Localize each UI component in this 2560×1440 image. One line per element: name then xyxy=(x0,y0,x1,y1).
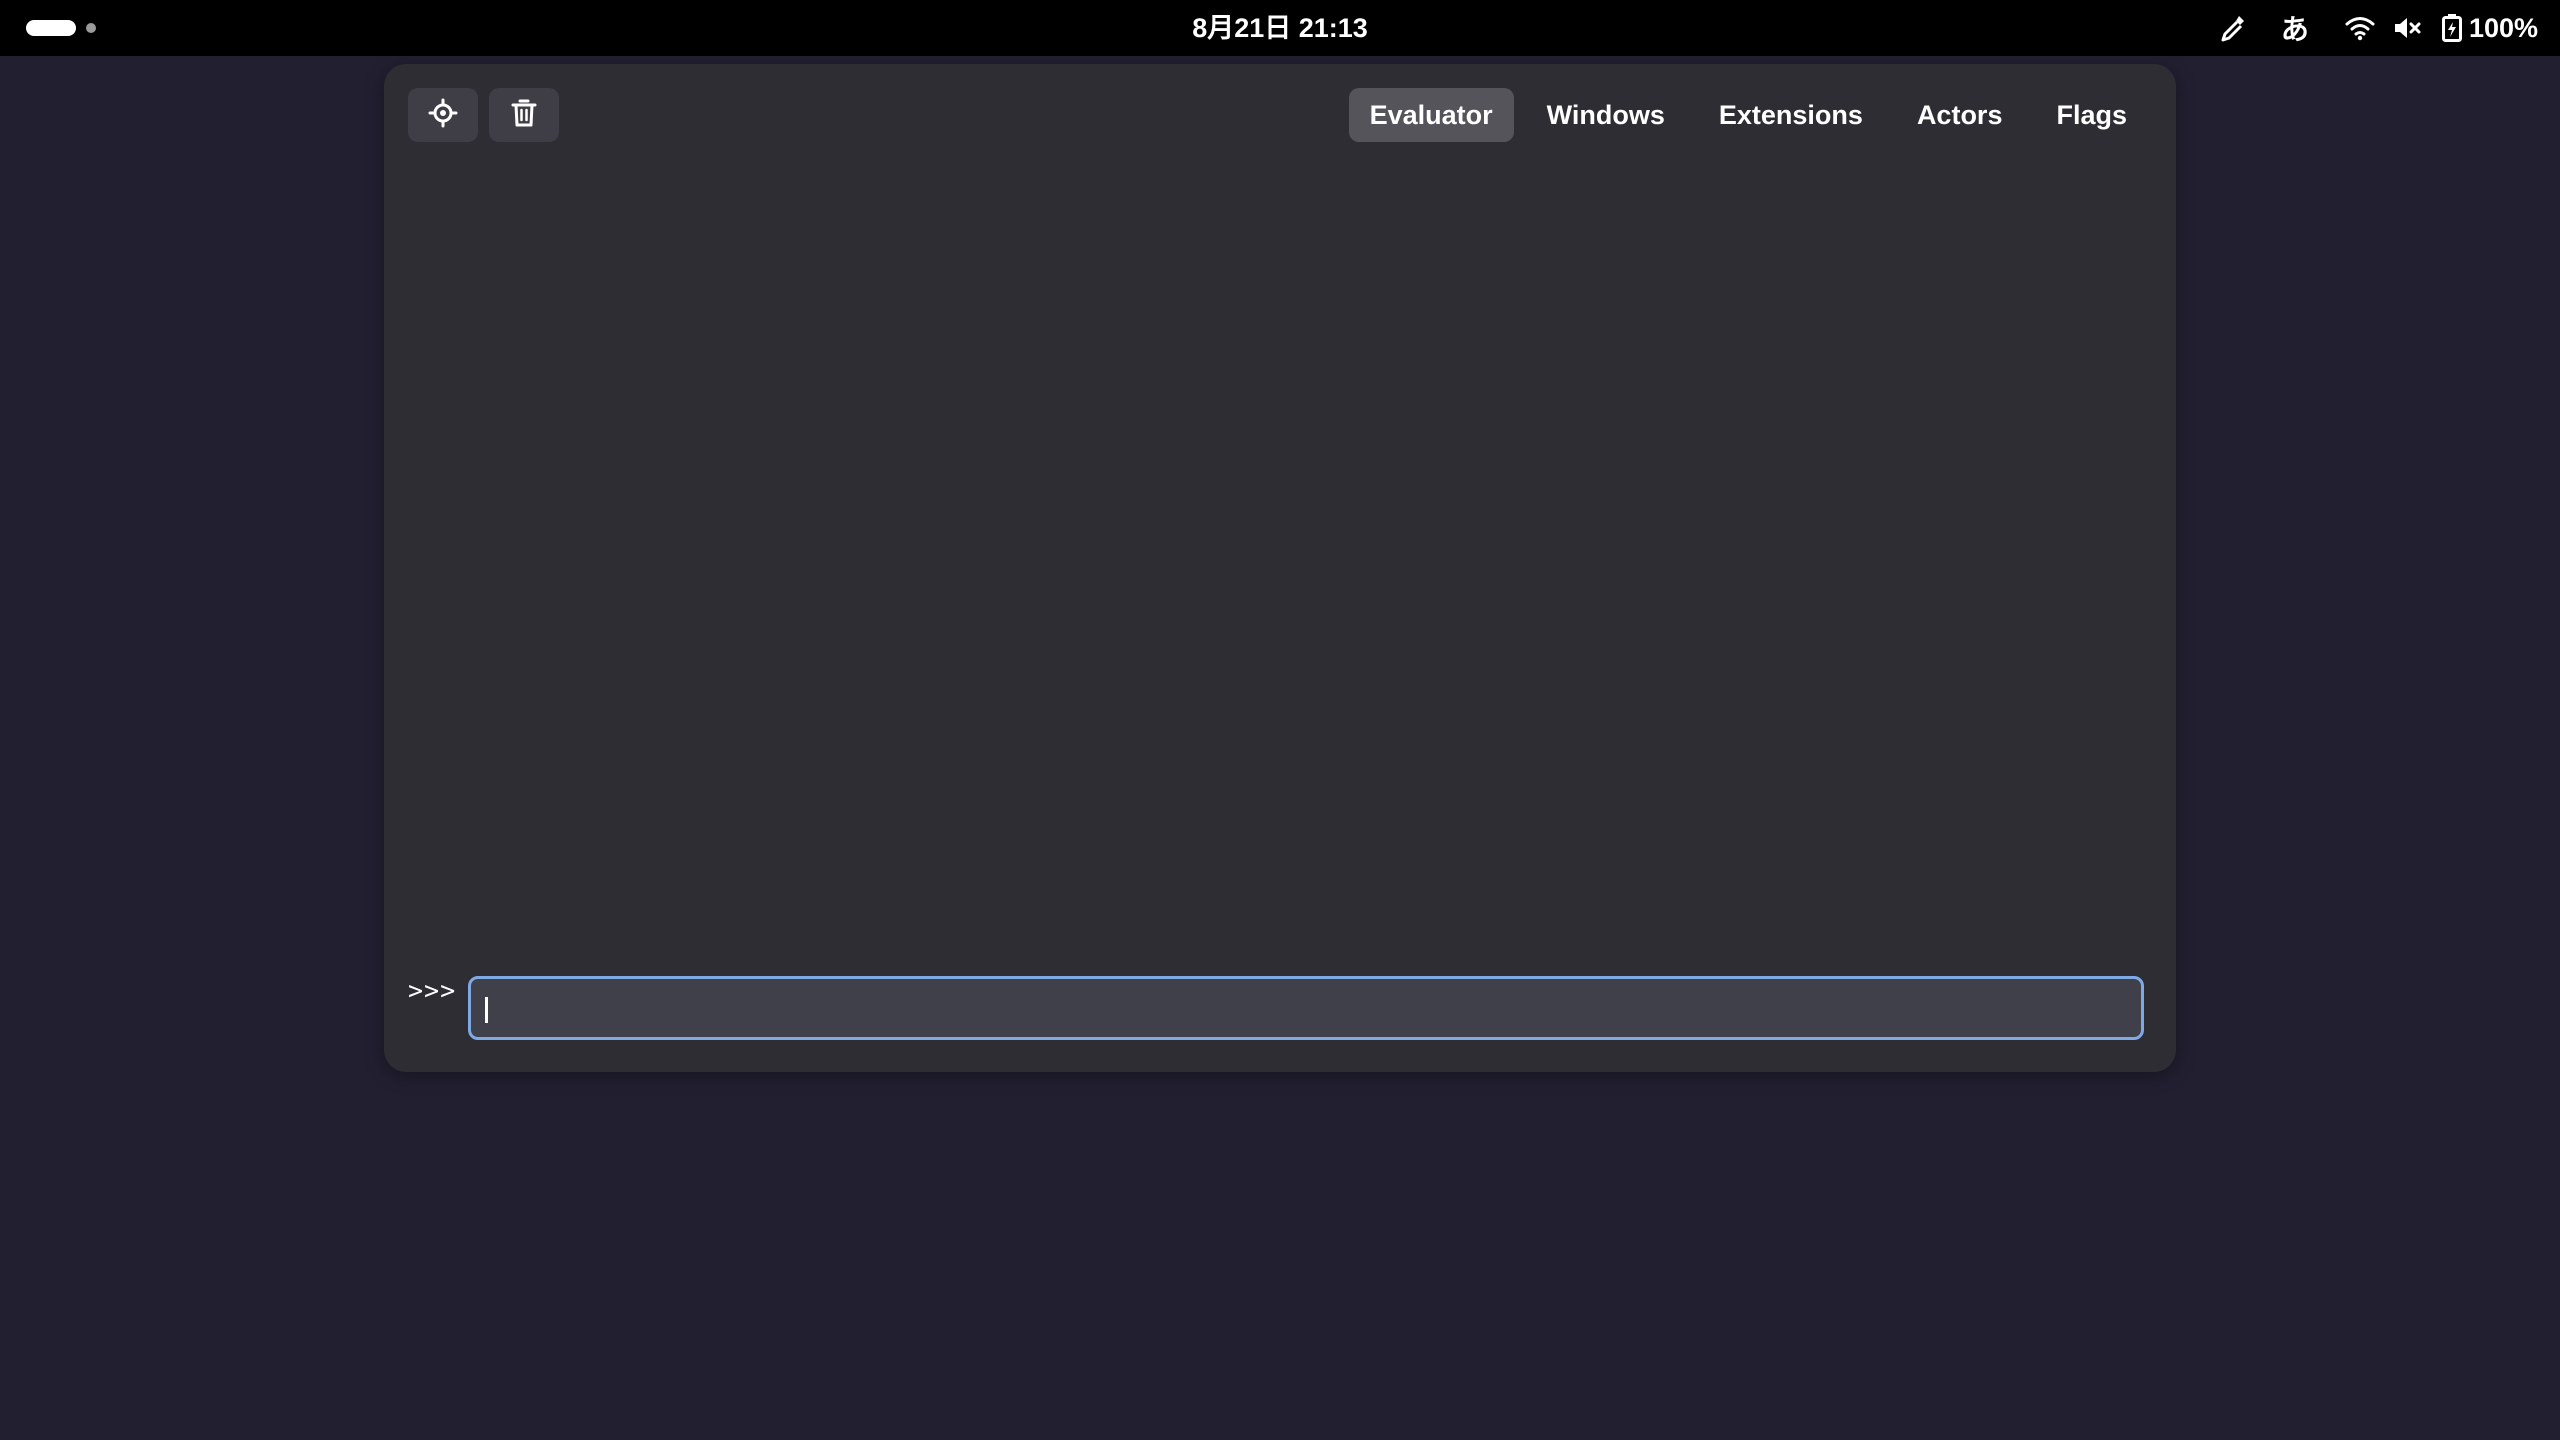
input-method-indicator[interactable]: あ xyxy=(2281,8,2309,48)
trash-icon xyxy=(510,98,538,133)
top-panel: 8月21日 21:13 あ 100% xyxy=(0,0,2560,56)
active-workspace-pill xyxy=(26,20,76,36)
activities-indicator[interactable] xyxy=(26,20,96,36)
pick-actor-button[interactable] xyxy=(408,88,478,142)
text-caret xyxy=(485,997,488,1023)
system-status-area[interactable]: あ 100% xyxy=(2219,8,2538,48)
evaluator-input[interactable] xyxy=(468,976,2144,1040)
target-crosshair-icon xyxy=(428,98,458,133)
date-time-clock[interactable]: 8月21日 21:13 xyxy=(1180,10,1380,46)
tab-evaluator[interactable]: Evaluator xyxy=(1348,88,1514,142)
looking-glass-tabs: Evaluator Windows Extensions Actors Flag… xyxy=(1337,88,2148,142)
clear-results-button[interactable] xyxy=(489,88,559,142)
tab-extensions[interactable]: Extensions xyxy=(1698,88,1884,142)
battery-charging-icon[interactable] xyxy=(2441,8,2463,48)
tab-actors[interactable]: Actors xyxy=(1896,88,2024,142)
tab-windows[interactable]: Windows xyxy=(1526,88,1686,142)
tab-flags[interactable]: Flags xyxy=(2035,88,2148,142)
looking-glass-window: Evaluator Windows Extensions Actors Flag… xyxy=(384,64,2176,1072)
battery-percentage: 100% xyxy=(2468,12,2538,43)
volume-muted-icon[interactable] xyxy=(2393,8,2423,48)
color-picker-icon[interactable] xyxy=(2219,8,2247,48)
wifi-icon[interactable] xyxy=(2345,8,2375,48)
workspace-dot xyxy=(86,23,96,33)
evaluator-prompt: >>> xyxy=(408,976,457,1005)
